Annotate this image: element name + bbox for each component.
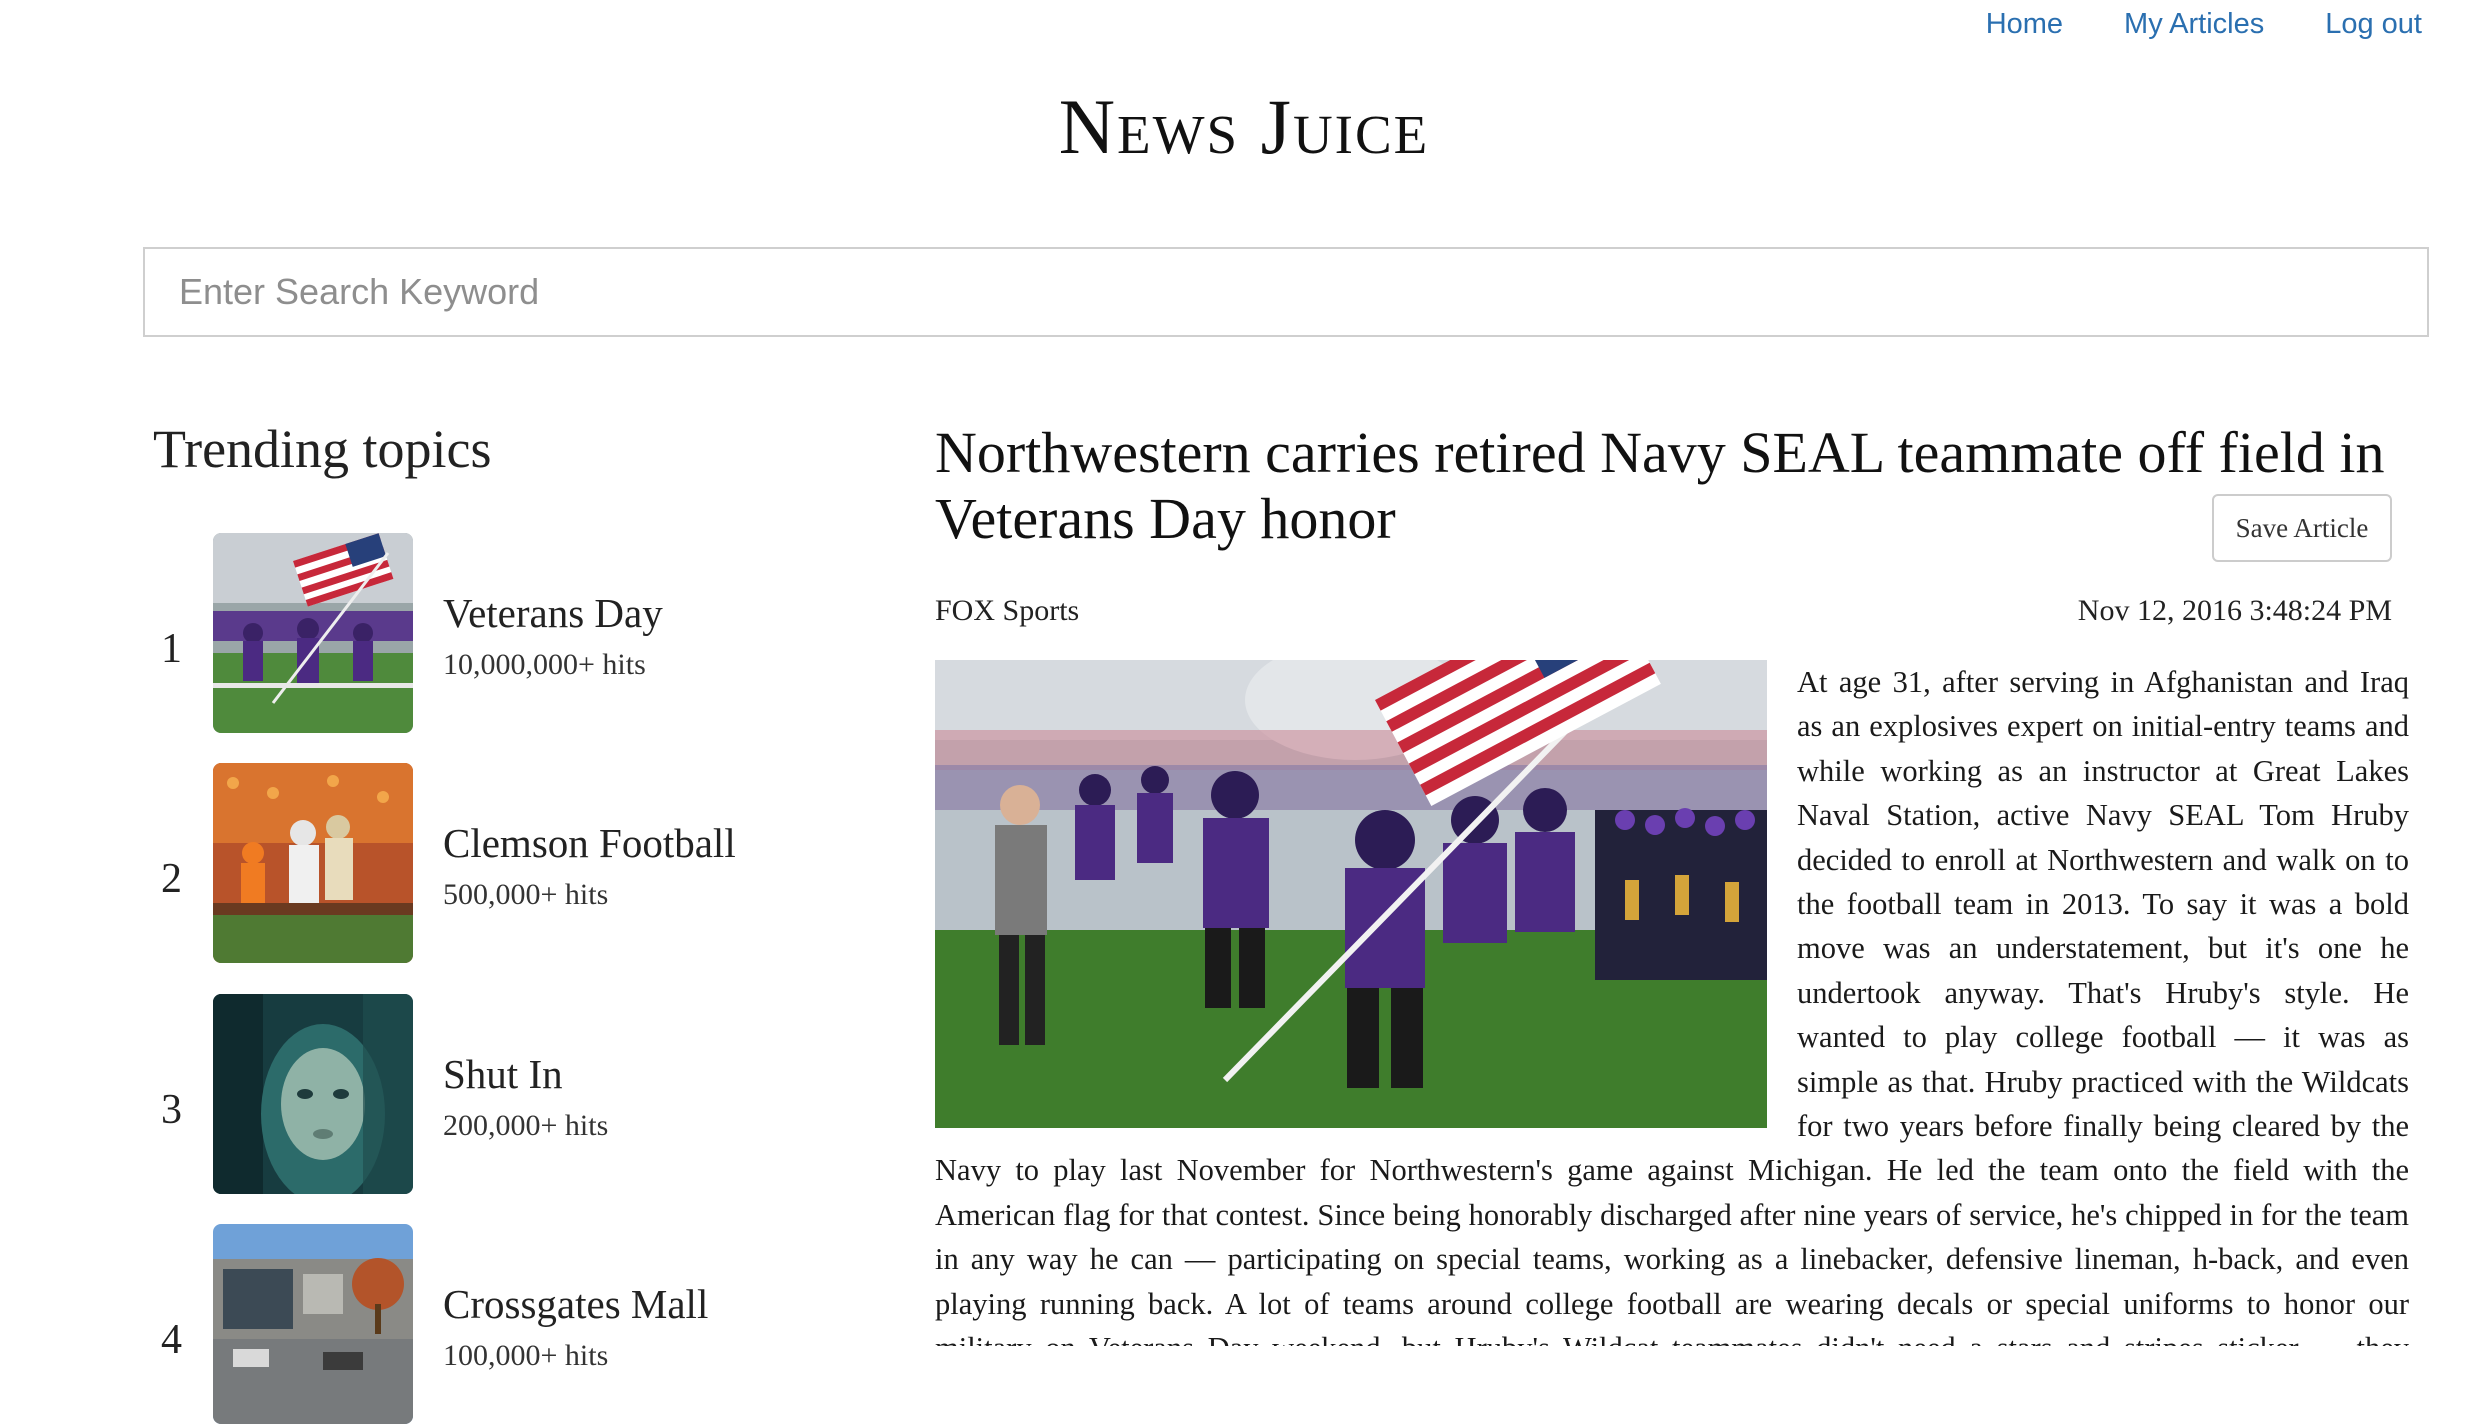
- topic-name[interactable]: Veterans Day: [443, 589, 663, 637]
- trending-topic-item[interactable]: 4 Crossgates Mall 100,000+ hits: [153, 1224, 853, 1424]
- topic-rank: 1: [161, 626, 182, 672]
- topic-name[interactable]: Shut In: [443, 1050, 563, 1098]
- topic-hits: 500,000+ hits: [443, 878, 609, 911]
- topic-name[interactable]: Crossgates Mall: [443, 1280, 708, 1328]
- topic-rank: 2: [161, 856, 182, 902]
- search-input[interactable]: [143, 247, 2429, 337]
- trending-topic-item[interactable]: 3 Shut In 200,000+ hits: [153, 994, 853, 1194]
- article-body: At age 31, after serving in Afghanistan …: [935, 660, 2409, 1346]
- article-image: [935, 660, 1767, 1128]
- trending-topic-item[interactable]: 1 Veterans Day 10,000,000+ hits: [153, 533, 853, 733]
- topic-thumbnail-image[interactable]: [213, 533, 413, 733]
- trending-topic-item[interactable]: 2 Clemson Football 500,000+ hits: [153, 763, 853, 963]
- topic-rank: 3: [161, 1087, 182, 1133]
- topic-hits: 10,000,000+ hits: [443, 648, 646, 681]
- nav-home-link[interactable]: Home: [1986, 8, 2063, 41]
- save-article-button[interactable]: Save Article: [2212, 494, 2392, 562]
- site-logo[interactable]: News Juice: [0, 82, 2488, 172]
- nav-my-articles-link[interactable]: My Articles: [2124, 8, 2264, 41]
- article-source: FOX Sports: [935, 594, 1080, 627]
- topic-hits: 100,000+ hits: [443, 1339, 609, 1372]
- topic-thumbnail-image[interactable]: [213, 1224, 413, 1424]
- topic-name[interactable]: Clemson Football: [443, 819, 736, 867]
- topic-hits: 200,000+ hits: [443, 1109, 609, 1142]
- topic-thumbnail-image[interactable]: [213, 994, 413, 1194]
- topic-thumbnail-image[interactable]: [213, 763, 413, 963]
- top-nav: Home My Articles Log out: [1986, 8, 2422, 41]
- article-headline: Northwestern carries retired Navy SEAL t…: [935, 420, 2385, 551]
- trending-topics-heading: Trending topics: [153, 419, 492, 479]
- nav-logout-link[interactable]: Log out: [2325, 8, 2422, 41]
- topic-rank: 4: [161, 1317, 182, 1363]
- article-date: Nov 12, 2016 3:48:24 PM: [2077, 594, 2392, 627]
